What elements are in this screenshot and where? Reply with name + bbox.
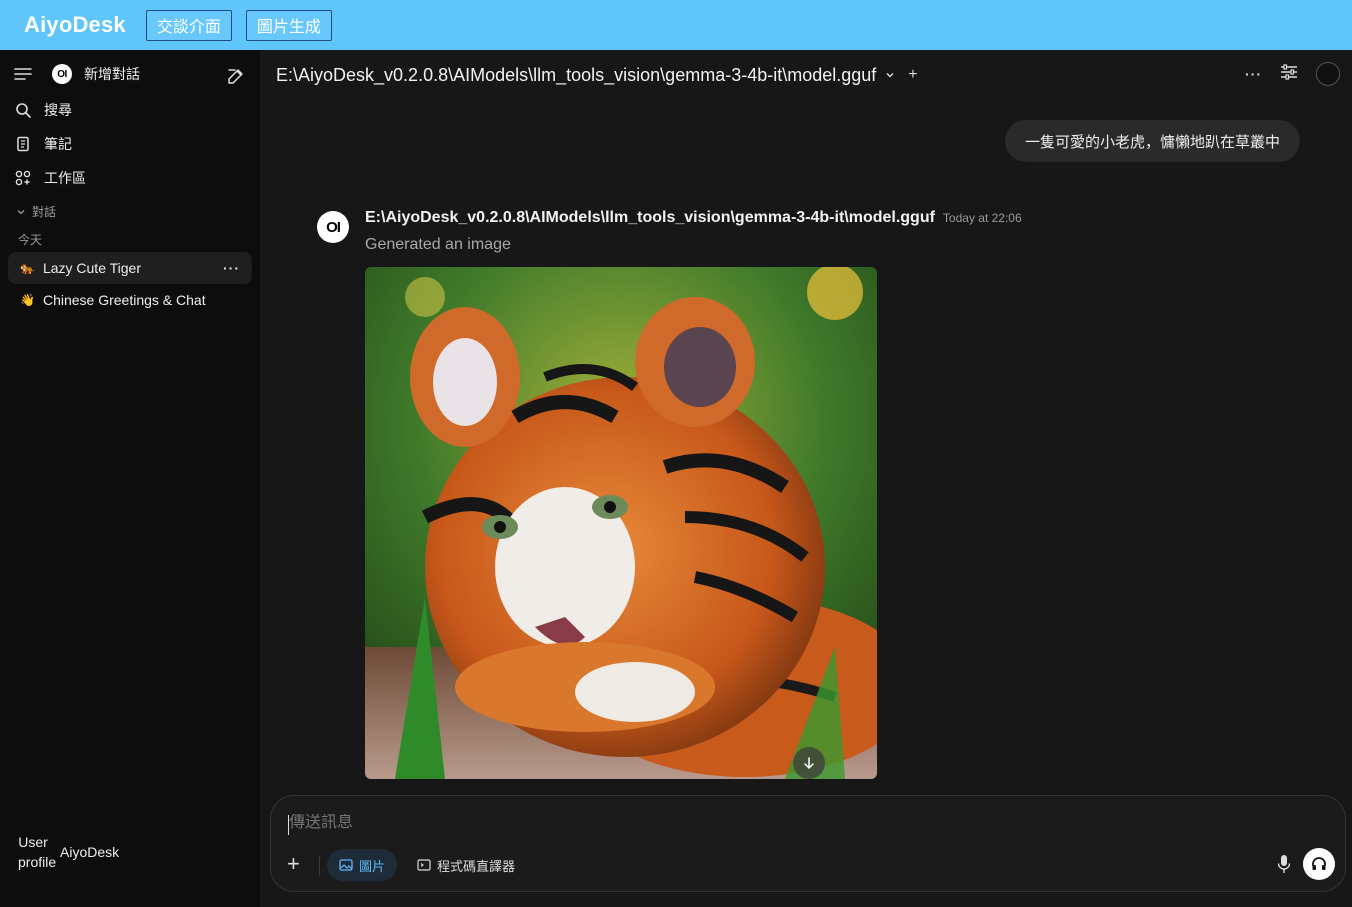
new-chat-button[interactable]: OI 新增對話: [52, 64, 140, 84]
assistant-name: E:\AiyoDesk_v0.2.0.8\AIModels\llm_tools_…: [365, 209, 935, 226]
app-bar: AiyoDesk 交談介面 圖片生成: [0, 0, 1352, 50]
chat-item[interactable]: 👋 Chinese Greetings & Chat: [8, 284, 252, 316]
user-message-bubble: 一隻可愛的小老虎，慵懶地趴在草叢中: [1004, 120, 1300, 162]
sidebar-item-workspace[interactable]: 工作區: [14, 168, 86, 188]
tab-chat-interface[interactable]: 交談介面: [145, 9, 232, 41]
chats-section-toggle[interactable]: 對話: [16, 203, 56, 220]
chevron-down-icon: [16, 207, 26, 217]
message-input[interactable]: [289, 814, 1189, 832]
message-timestamp: Today at 22:06: [942, 211, 1022, 225]
message-composer: + 圖片 程式碼直譯器: [270, 795, 1346, 892]
settings-sliders-icon[interactable]: [1280, 63, 1298, 85]
more-options-icon[interactable]: ···: [223, 260, 240, 276]
chat-title: Lazy Cute Tiger: [42, 260, 142, 276]
chats-section-label: 對話: [32, 205, 57, 219]
assistant-status-text: Generated an image: [365, 236, 511, 253]
openwebui-logo-icon: OI: [52, 64, 72, 84]
arrow-down-icon: [802, 756, 816, 770]
model-selector[interactable]: E:\AiyoDesk_v0.2.0.8\AIModels\llm_tools_…: [276, 65, 876, 86]
app-title: AiyoDesk: [24, 12, 126, 37]
user-name: AiyoDesk: [60, 844, 120, 860]
divider: [319, 856, 320, 876]
chat-title: Chinese Greetings & Chat: [42, 292, 206, 308]
more-options-icon[interactable]: ···: [1245, 66, 1262, 82]
code-interpreter-toggle[interactable]: 程式碼直譯器: [413, 849, 519, 881]
user-avatar[interactable]: User profile: [18, 832, 56, 872]
download-image-button[interactable]: [793, 747, 825, 779]
voice-mode-button[interactable]: [1303, 848, 1335, 880]
image-pill-label: 圖片: [359, 858, 386, 874]
today-group-label: 今天: [18, 233, 43, 247]
sidebar: OI 新增對話 搜尋 筆記 工作區 對話 今天 🐅 Lazy Cute Tige…: [0, 50, 260, 907]
sidebar-item-search[interactable]: 搜尋: [14, 100, 72, 120]
search-icon: [14, 101, 32, 119]
notes-icon: [14, 135, 32, 153]
sidebar-item-label: 筆記: [44, 136, 72, 152]
new-chat-label: 新增對話: [84, 66, 140, 82]
header-actions: ···: [1227, 62, 1340, 86]
chat-emoji: 🐅: [20, 261, 35, 275]
add-attachment-button[interactable]: +: [287, 853, 300, 875]
assistant-avatar: OI: [317, 211, 349, 243]
workspace-icon: [14, 169, 32, 187]
tab-image-generation[interactable]: 圖片生成: [245, 9, 332, 41]
chat-header: E:\AiyoDesk_v0.2.0.8\AIModels\llm_tools_…: [260, 50, 1352, 100]
microphone-icon[interactable]: [1277, 854, 1291, 879]
add-model-button[interactable]: +: [908, 66, 917, 84]
image-icon: [339, 859, 353, 871]
chat-emoji: 👋: [20, 293, 35, 307]
headphones-icon: [1312, 857, 1326, 870]
sidebar-item-notes[interactable]: 筆記: [14, 134, 72, 154]
assistant-message-header: E:\AiyoDesk_v0.2.0.8\AIModels\llm_tools_…: [365, 209, 1022, 227]
chevron-down-icon[interactable]: [884, 69, 896, 81]
profile-avatar[interactable]: [1316, 62, 1340, 86]
terminal-icon: [417, 859, 431, 871]
code-pill-label: 程式碼直譯器: [437, 858, 516, 874]
user-menu[interactable]: User profile AiyoDesk: [18, 832, 119, 872]
sidebar-menu-toggle[interactable]: [14, 65, 44, 83]
menu-icon[interactable]: [14, 65, 32, 83]
edit-icon[interactable]: [226, 66, 246, 91]
sidebar-item-label: 工作區: [44, 170, 86, 186]
chat-item[interactable]: 🐅 Lazy Cute Tiger ···: [8, 252, 252, 284]
text-caret: [288, 815, 289, 835]
generated-image[interactable]: [365, 267, 877, 779]
sidebar-item-label: 搜尋: [44, 102, 72, 118]
image-generation-toggle[interactable]: 圖片: [327, 849, 398, 881]
